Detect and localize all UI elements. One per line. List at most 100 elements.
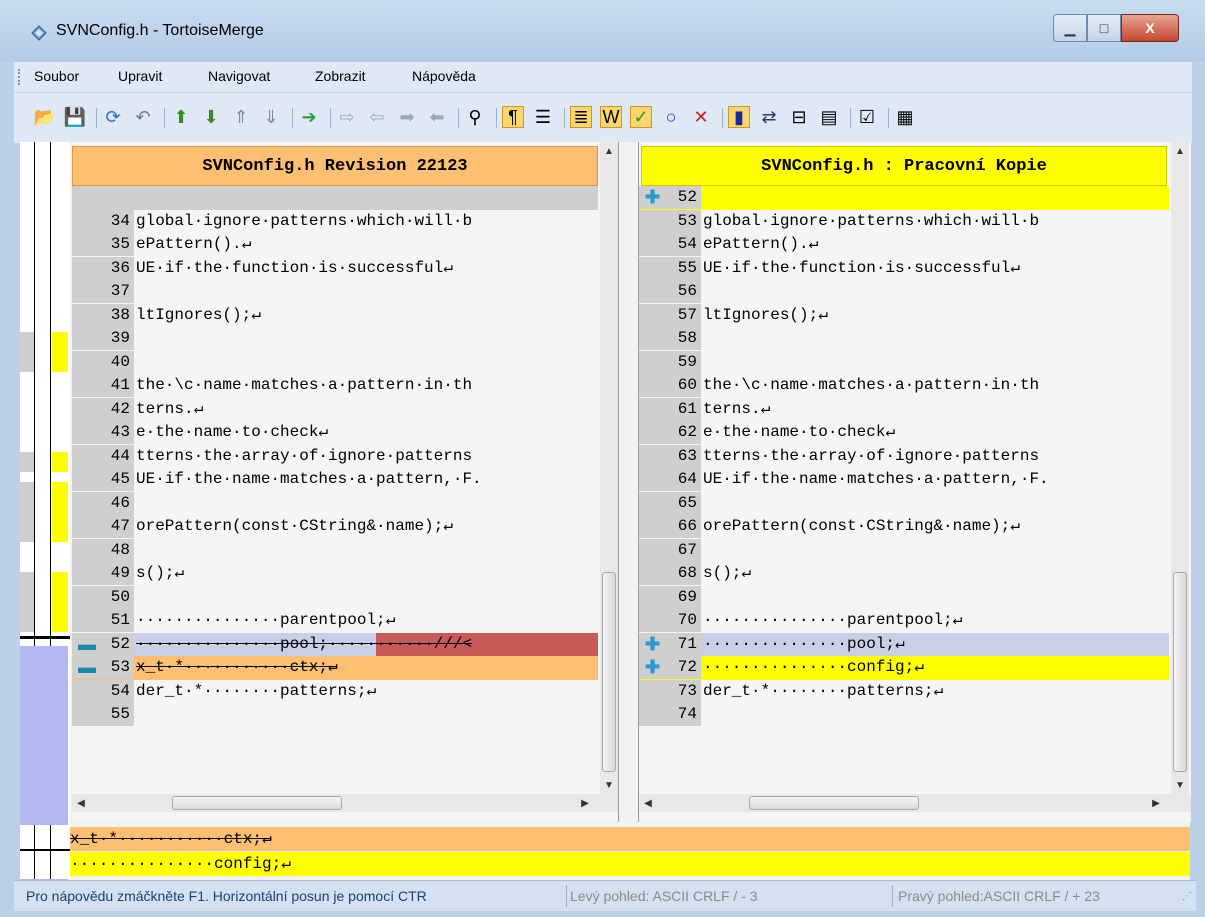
left-vscroll-thumb[interactable]: [602, 572, 616, 772]
menu-grip[interactable]: [18, 69, 22, 85]
menu-navigovat[interactable]: Navigovat: [208, 68, 270, 84]
scroll-up-icon[interactable]: ▲: [1171, 142, 1189, 160]
use-mine-button[interactable]: ⇦: [366, 106, 388, 128]
right-code-line[interactable]: 68 s();↵: [639, 562, 1169, 586]
right-code-area[interactable]: 52 ✚ 53 global·ignore·patterns·which·will·b…: [639, 186, 1169, 792]
use-mine-before-theirs-button[interactable]: ⬅: [426, 106, 448, 128]
scroll-left-icon[interactable]: ◀: [72, 794, 90, 812]
right-code-line[interactable]: 72 ✚ ···············config;↵: [639, 656, 1169, 680]
inline-diff-button[interactable]: ≣: [570, 106, 592, 128]
one-pane-view-button[interactable]: ▮: [728, 106, 750, 128]
left-code-line[interactable]: [72, 186, 598, 210]
right-code-line[interactable]: 55 UE·if·the·function·is·successful↵: [639, 256, 1169, 280]
left-code-line[interactable]: 43 e·the·name·to·check↵: [72, 421, 598, 445]
last-difference-button[interactable]: ⇓: [260, 106, 282, 128]
next-conflict-button[interactable]: ➔: [298, 106, 320, 128]
left-code-line[interactable]: 36 UE·if·the·function·is·successful↵: [72, 256, 598, 280]
mark-resolved-button[interactable]: ✓: [630, 106, 652, 128]
minimize-button[interactable]: ▁: [1053, 14, 1087, 42]
left-code-line[interactable]: 48: [72, 538, 598, 562]
right-horizontal-scrollbar[interactable]: ◀ ▶: [639, 794, 1191, 812]
left-code-line[interactable]: 49 s();↵: [72, 562, 598, 586]
first-difference-button[interactable]: ⇑: [230, 106, 252, 128]
locator-bar[interactable]: [20, 142, 70, 880]
right-code-line[interactable]: 52 ✚: [639, 186, 1169, 210]
word-diff-button[interactable]: W: [600, 106, 622, 128]
left-code-line[interactable]: 34 global·ignore·patterns·which·will·b: [72, 209, 598, 233]
left-code-line[interactable]: 39: [72, 327, 598, 351]
left-code-line[interactable]: 46: [72, 491, 598, 515]
right-code-line[interactable]: 74: [639, 703, 1169, 727]
right-code-line[interactable]: 59: [639, 350, 1169, 374]
scroll-right-icon[interactable]: ▶: [576, 794, 594, 812]
locator-bar-button[interactable]: ⊟: [788, 106, 810, 128]
whitespace-toggle-button[interactable]: ¶: [502, 106, 524, 128]
left-code-line[interactable]: 50: [72, 585, 598, 609]
scroll-down-icon[interactable]: ▼: [1171, 776, 1189, 794]
swap-panes-button[interactable]: ⇄: [758, 106, 780, 128]
left-code-line[interactable]: 38 ltIgnores();↵: [72, 303, 598, 327]
right-code-line[interactable]: 71 ✚ ···············pool;↵: [639, 632, 1169, 656]
right-code-line[interactable]: 70 ···············parentpool;↵: [639, 609, 1169, 633]
mark-button[interactable]: ⚲: [464, 106, 486, 128]
left-code-line[interactable]: 45 UE·if·the·name·matches·a·pattern,·F.: [72, 468, 598, 492]
left-code-line[interactable]: 44 tterns·the·array·of·ignore·patterns: [72, 444, 598, 468]
left-code-line[interactable]: 51 ···············parentpool;↵: [72, 609, 598, 633]
resize-grip-icon[interactable]: ⋰: [1182, 891, 1192, 902]
right-hscroll-thumb[interactable]: [749, 796, 919, 810]
right-vertical-scrollbar[interactable]: ▲ ▼: [1171, 142, 1189, 794]
right-code-line[interactable]: 66 orePattern(const·CString&·name);↵: [639, 515, 1169, 539]
right-code-line[interactable]: 67: [639, 538, 1169, 562]
use-theirs-before-mine-button[interactable]: ➡: [396, 106, 418, 128]
left-pane[interactable]: SVNConfig.h Revision 22123 34 global·igno…: [72, 142, 619, 822]
undo-button[interactable]: ↶: [132, 106, 154, 128]
next-difference-button[interactable]: ⬇: [200, 106, 222, 128]
circle-button[interactable]: ○: [660, 106, 682, 128]
menu-soubor[interactable]: Soubor: [34, 68, 79, 84]
right-code-line[interactable]: 58: [639, 327, 1169, 351]
left-code-line[interactable]: 42 terns.↵: [72, 397, 598, 421]
left-vertical-scrollbar[interactable]: ▲ ▼: [600, 142, 618, 794]
left-code-line[interactable]: 37: [72, 280, 598, 304]
prev-difference-button[interactable]: ⬆: [170, 106, 192, 128]
right-code-line[interactable]: 57 ltIgnores();↵: [639, 303, 1169, 327]
scroll-up-icon[interactable]: ▲: [600, 142, 618, 160]
right-code-line[interactable]: 64 UE·if·the·name·matches·a·pattern,·F.: [639, 468, 1169, 492]
right-vscroll-thumb[interactable]: [1173, 572, 1187, 772]
use-theirs-button[interactable]: ⇨: [336, 106, 358, 128]
reject-button[interactable]: ✕: [690, 106, 712, 128]
left-code-line[interactable]: 55: [72, 703, 598, 727]
right-code-line[interactable]: 53 global·ignore·patterns·which·will·b: [639, 209, 1169, 233]
left-code-line[interactable]: 54 der_t·*········patterns;↵: [72, 679, 598, 703]
right-code-line[interactable]: 63 tterns·the·array·of·ignore·patterns: [639, 444, 1169, 468]
scroll-right-icon[interactable]: ▶: [1147, 794, 1165, 812]
diff-bar-button[interactable]: ▤: [818, 106, 840, 128]
right-code-line[interactable]: 60 the·\c·name·matches·a·pattern·in·th: [639, 374, 1169, 398]
line-wrap-button[interactable]: ☰: [532, 106, 554, 128]
right-code-line[interactable]: 62 e·the·name·to·check↵: [639, 421, 1169, 445]
left-horizontal-scrollbar[interactable]: ◀ ▶: [72, 794, 618, 812]
maximize-button[interactable]: □: [1087, 14, 1121, 42]
menu-upravit[interactable]: Upravit: [118, 68, 162, 84]
open-button[interactable]: 📂: [34, 106, 56, 128]
left-hscroll-thumb[interactable]: [172, 796, 342, 810]
scroll-left-icon[interactable]: ◀: [639, 794, 657, 812]
right-code-line[interactable]: 69: [639, 585, 1169, 609]
menu-zobrazit[interactable]: Zobrazit: [315, 68, 366, 84]
reload-button[interactable]: ⟳: [102, 106, 124, 128]
right-code-line[interactable]: 61 terns.↵: [639, 397, 1169, 421]
options-button[interactable]: ▦: [894, 106, 916, 128]
right-pane[interactable]: SVNConfig.h : Pracovní Kopie 52 ✚ 53 global…: [638, 142, 1191, 822]
left-code-line[interactable]: 41 the·\c·name·matches·a·pattern·in·th: [72, 374, 598, 398]
scroll-down-icon[interactable]: ▼: [600, 776, 618, 794]
left-code-line[interactable]: 47 orePattern(const·CString&·name);↵: [72, 515, 598, 539]
right-code-line[interactable]: 56: [639, 280, 1169, 304]
close-button[interactable]: X: [1121, 14, 1179, 42]
left-code-line[interactable]: 53 ▬ x_t·*···········ctx;↵: [72, 656, 598, 680]
left-code-line[interactable]: 40: [72, 350, 598, 374]
menu-napoveda[interactable]: Nápověda: [412, 68, 476, 84]
left-code-line[interactable]: 52 ▬ ···············pool;···········///<: [72, 632, 598, 656]
right-code-line[interactable]: 65: [639, 491, 1169, 515]
right-code-line[interactable]: 73 der_t·*········patterns;↵: [639, 679, 1169, 703]
left-code-line[interactable]: 35 ePattern().↵: [72, 233, 598, 257]
